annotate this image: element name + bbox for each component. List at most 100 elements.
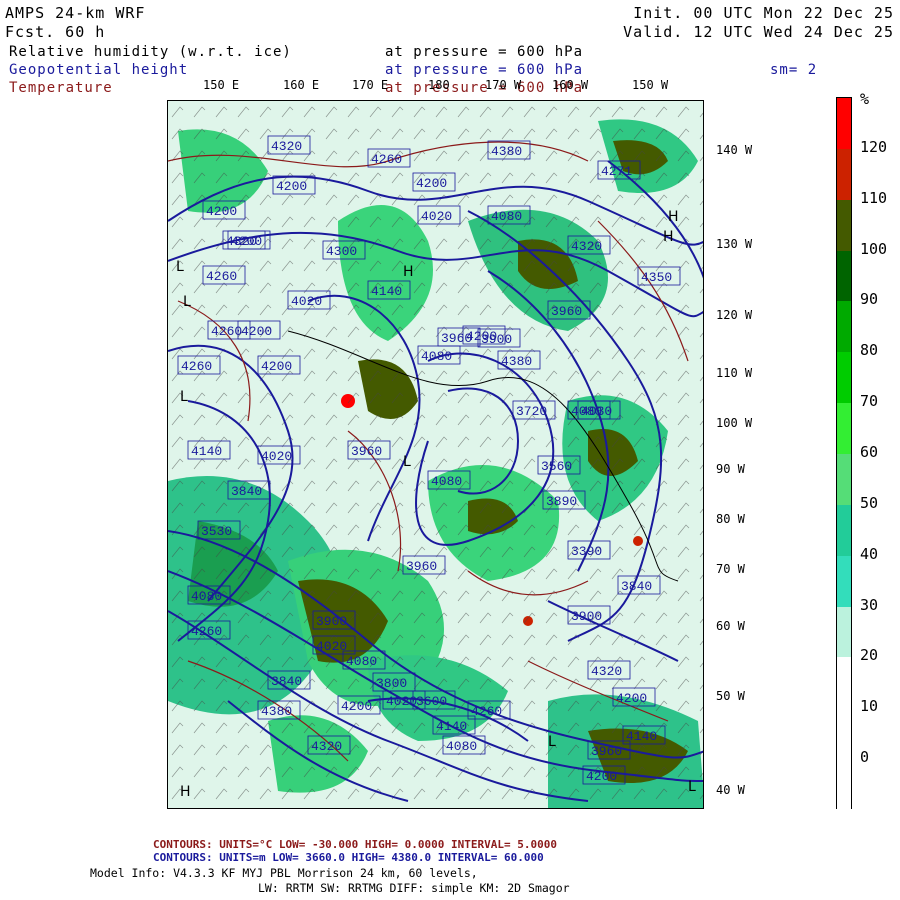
height-label: 4080 [431,474,462,489]
lon-label: 170 E [352,78,389,92]
pressure-center-label: L [688,779,696,795]
colorbar-segment [837,708,851,761]
lat-label: 120 W [716,308,753,322]
forecast-hour: Fcst. 60 h [5,23,106,41]
height-contour-info: CONTOURS: UNITS=m LOW= 3660.0 HIGH= 4380… [153,851,544,864]
field-rh-pressure: at pressure = 600 hPa [385,44,584,60]
colorbar-segment [837,352,851,405]
height-label: 4200 [276,179,307,194]
pressure-center-label: L [180,389,188,405]
model-title: AMPS 24-km WRF [5,4,146,22]
lat-label: 140 W [716,143,753,157]
height-label: 4200 [231,234,262,249]
colorbar-tick-label: 0 [860,748,870,767]
colorbar-segment [837,250,851,303]
height-label: 4020 [291,294,322,309]
height-label: 4030 [581,404,612,419]
height-label: 4200 [261,359,292,374]
height-label: 4200 [341,699,372,714]
height-label: 3390 [571,544,602,559]
colorbar-segment [837,98,851,150]
pressure-center-label: H [668,209,679,225]
temperature-contour-info: CONTOURS: UNITS=°C LOW= -30.000 HIGH= 0.… [153,838,557,851]
colorbar-tick-label: 100 [860,239,888,258]
colorbar-tick-label: 30 [860,595,879,614]
pressure-center-label: L [548,734,556,750]
colorbar-tick-label: 120 [860,137,888,156]
height-label: 4020 [316,639,347,654]
height-label: 4260 [471,704,502,719]
pressure-center-label: H [403,264,414,280]
height-label: 4271 [601,164,632,179]
colorbar-segment [837,759,851,811]
height-label: 3720 [516,404,547,419]
height-label: 4080 [491,209,522,224]
height-label: 3890 [546,494,577,509]
height-label: 4200 [206,204,237,219]
init-time: Init. 00 UTC Mon 22 Dec 25 [633,4,894,22]
height-label: 4080 [421,349,452,364]
height-label: 3840 [231,484,262,499]
height-label: 3960 [591,744,622,759]
colorbar-tick-label: 20 [860,646,879,665]
height-label: 4080 [191,589,222,604]
height-label: 4020 [386,694,417,709]
weather-map[interactable]: 4320 4260 4380 4271 4200 4200 4200 4320 4020 4080… [167,100,704,809]
colorbar-tick-label: 110 [860,188,888,207]
height-label: 4200 [616,691,647,706]
colorbar-segment [837,199,851,252]
colorbar-segment [837,301,851,354]
height-label: 4260 [371,152,402,167]
pressure-center-label: H [663,229,674,245]
height-label: 4140 [371,284,402,299]
colorbar-segment [837,148,851,201]
height-label: 3600 [416,694,447,709]
height-label: 4380 [491,144,522,159]
height-label: 4380 [261,704,292,719]
lat-label: 110 W [716,366,753,380]
height-label: 4300 [326,244,357,259]
colorbar-tick-label: 50 [860,493,879,512]
height-label: 4320 [311,739,342,754]
pressure-center-label: L [183,294,191,310]
field-height-pressure: at pressure = 600 hPa [385,62,584,78]
height-label: 4260 [181,359,212,374]
colorbar-unit: % [860,90,870,108]
colorbar-tick-label: 90 [860,290,879,309]
lat-label: 130 W [716,237,753,251]
field-height-name: Geopotential height [9,62,189,78]
height-label: 3840 [621,579,652,594]
lat-label: 60 W [716,619,745,633]
height-label: 4140 [191,444,222,459]
smoothing-label: sm= 2 [770,62,818,78]
map-canvas: 4320 4260 4380 4271 4200 4200 4200 4320 4020 4080… [168,101,703,808]
colorbar-segment [837,657,851,710]
colorbar-tick-label: 60 [860,443,879,461]
height-label: 3840 [271,674,302,689]
colorbar-tick-label: 70 [860,392,879,411]
height-label: 3800 [376,676,407,691]
colorbar-segment [837,504,851,557]
height-label: 4080 [446,739,477,754]
height-label: 4020 [261,449,292,464]
colorbar-segment [837,606,851,659]
lat-label: 70 W [716,562,745,576]
lat-label: 40 W [716,783,745,797]
height-label: 4260 [191,624,222,639]
height-label: 4320 [571,239,602,254]
height-label: 4140 [626,729,657,744]
lon-label: 160 E [283,78,320,92]
height-label: 3900 [571,609,602,624]
pressure-center-label: L [176,259,184,275]
height-label: 3960 [551,304,582,319]
field-rh-name: Relative humidity (w.r.t. ice) [9,44,292,60]
height-label: 4320 [591,664,622,679]
height-label: 4260 [206,269,237,284]
height-label: 4200 [241,324,272,339]
model-info-line1: Model Info: V4.3.3 KF MYJ PBL Morrison 2… [90,866,478,880]
height-label: 4350 [641,270,672,285]
colorbar-segment [837,454,851,506]
height-label: 3900 [316,614,347,629]
height-label: 4380 [501,354,532,369]
height-label: 3530 [201,524,232,539]
